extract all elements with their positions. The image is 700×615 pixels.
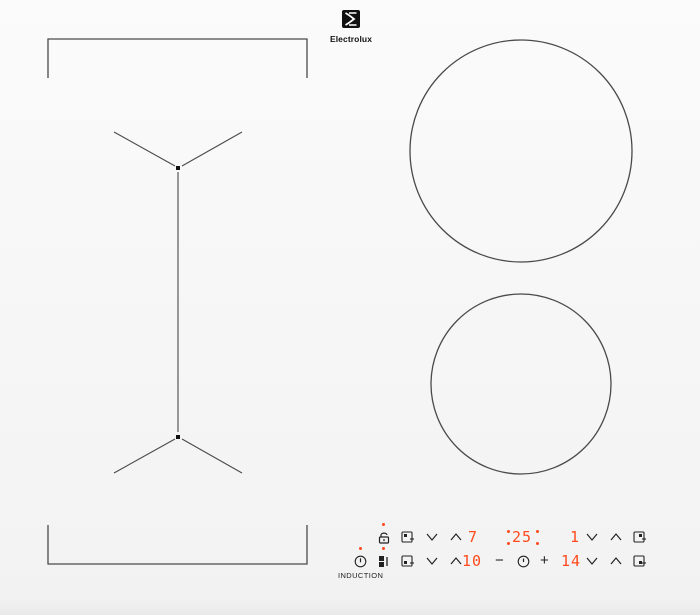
bridge-zone-top-bracket bbox=[47, 38, 308, 78]
lock-icon bbox=[378, 532, 390, 544]
decrease-button-left-bottom[interactable] bbox=[423, 552, 441, 570]
zone-select-icon bbox=[633, 531, 646, 543]
lock-button[interactable] bbox=[375, 528, 393, 546]
chevron-up-icon bbox=[450, 533, 462, 541]
bridge-button[interactable] bbox=[375, 552, 393, 570]
induction-hob: Electrolux 7 25 1 10 − + 14 INDUCTION bbox=[0, 0, 700, 615]
zone-select-icon bbox=[633, 555, 646, 567]
timer-indicator-dot bbox=[536, 530, 539, 533]
timer-button[interactable] bbox=[514, 552, 532, 570]
bridge-zone-top-dot bbox=[176, 166, 180, 170]
chevron-down-icon bbox=[586, 533, 598, 541]
chevron-down-icon bbox=[586, 557, 598, 565]
chevron-down-icon bbox=[426, 557, 438, 565]
timer-indicator-dot bbox=[507, 530, 510, 533]
power-level-display-left-top: 7 bbox=[468, 528, 479, 546]
chevron-down-icon bbox=[426, 533, 438, 541]
power-level-display-right-top: 1 bbox=[570, 528, 581, 546]
increase-button-right-bottom[interactable] bbox=[607, 552, 625, 570]
increase-button-left-top[interactable] bbox=[447, 528, 465, 546]
decrease-button-left-top[interactable] bbox=[423, 528, 441, 546]
power-icon bbox=[354, 555, 366, 567]
timer-indicator-dot bbox=[536, 542, 539, 545]
bridge-zone-bottom-marker bbox=[113, 438, 243, 474]
electrolux-logo-icon bbox=[342, 10, 360, 28]
brand-name: Electrolux bbox=[329, 34, 373, 44]
decrease-button-right-bottom[interactable] bbox=[583, 552, 601, 570]
bridge-zone-bottom-dot bbox=[176, 435, 180, 439]
clock-icon bbox=[517, 555, 529, 567]
power-level-display-right-bottom: 14 bbox=[561, 552, 582, 570]
power-button[interactable] bbox=[351, 552, 369, 570]
decrease-button-right-top[interactable] bbox=[583, 528, 601, 546]
chevron-up-icon bbox=[610, 557, 622, 565]
zone-select-button-right-bottom[interactable] bbox=[631, 552, 649, 570]
lock-indicator-dot bbox=[382, 523, 385, 526]
zone-select-icon bbox=[401, 555, 414, 567]
timer-indicator-dot bbox=[507, 542, 510, 545]
increase-button-right-top[interactable] bbox=[607, 528, 625, 546]
bridge-indicator-dot bbox=[382, 547, 385, 550]
timer-display: 25 bbox=[512, 528, 533, 546]
brand-logo: Electrolux bbox=[326, 10, 376, 44]
cooking-zone-markings bbox=[47, 38, 633, 565]
bridge-zone-top-marker bbox=[113, 131, 243, 167]
power-level-display-left-bottom: 10 bbox=[462, 552, 483, 570]
induction-label: INDUCTION bbox=[338, 571, 384, 580]
zone-select-button-left-top[interactable] bbox=[399, 528, 417, 546]
zone-select-button-left-bottom[interactable] bbox=[399, 552, 417, 570]
chevron-up-icon bbox=[450, 557, 462, 565]
zone-select-icon bbox=[401, 531, 414, 543]
zone-select-button-right-top[interactable] bbox=[631, 528, 649, 546]
bridge-zone-bottom-bracket bbox=[47, 525, 308, 565]
small-round-zone bbox=[430, 293, 612, 475]
large-round-zone bbox=[409, 39, 633, 263]
power-indicator-dot bbox=[359, 547, 362, 550]
timer-plus-button[interactable]: + bbox=[540, 552, 549, 570]
timer-minus-button[interactable]: − bbox=[495, 552, 504, 570]
chevron-up-icon bbox=[610, 533, 622, 541]
bridge-icon bbox=[379, 555, 388, 567]
